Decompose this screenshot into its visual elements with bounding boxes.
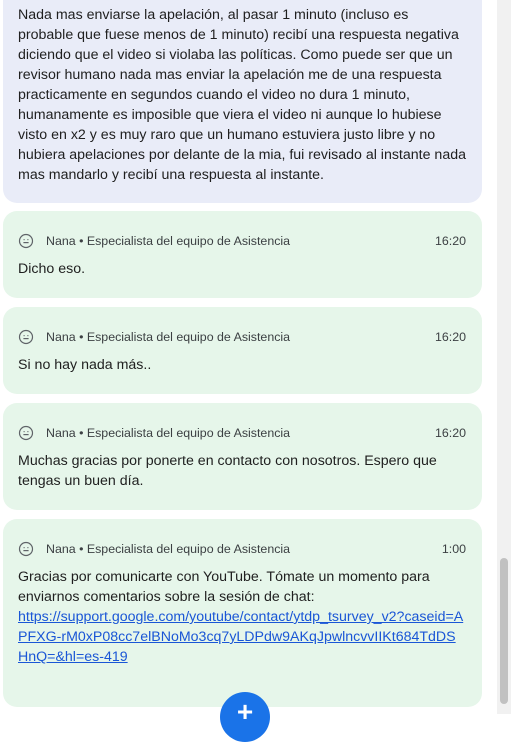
agent-message: Nana • Especialista del equipo de Asiste…: [3, 403, 482, 510]
message-time: 16:20: [434, 426, 466, 440]
agent-message-text: Gracias por comunicarte con YouTube. Tóm…: [18, 569, 430, 605]
agent-message-header: Nana • Especialista del equipo de Asiste…: [18, 424, 466, 442]
smiley-face-icon: [18, 233, 34, 249]
agent-message: Nana • Especialista del equipo de Asiste…: [3, 211, 482, 298]
plus-icon: +: [236, 696, 254, 727]
new-message-fab[interactable]: +: [220, 692, 270, 742]
agent-message-text: Si no hay nada más..: [18, 357, 152, 373]
agent-message: Nana • Especialista del equipo de Asiste…: [3, 519, 482, 707]
agent-name: Nana • Especialista del equipo de Asiste…: [46, 330, 291, 344]
agent-name: Nana • Especialista del equipo de Asiste…: [46, 234, 291, 248]
smiley-face-icon: [18, 329, 34, 345]
smiley-face-icon: [18, 425, 34, 441]
scrollbar-thumb[interactable]: [500, 558, 508, 704]
smiley-face-icon: [18, 541, 34, 557]
message-time: 16:20: [434, 330, 466, 344]
agent-message: Nana • Especialista del equipo de Asiste…: [3, 307, 482, 394]
agent-message-content: Gracias por comunicarte con YouTube. Tóm…: [18, 567, 464, 667]
agent-message-text: Muchas gracias por ponerte en contacto c…: [18, 453, 437, 489]
message-time: 16:20: [434, 234, 466, 248]
user-message: Nada mas enviarse la apelación, al pasar…: [3, 0, 482, 203]
agent-name: Nana • Especialista del equipo de Asiste…: [46, 542, 291, 556]
agent-message-header: Nana • Especialista del equipo de Asiste…: [18, 540, 466, 558]
agent-name: Nana • Especialista del equipo de Asiste…: [46, 426, 291, 440]
survey-link[interactable]: https://support.google.com/youtube/conta…: [18, 609, 463, 665]
agent-message-text: Dicho eso.: [18, 261, 86, 277]
agent-message-header: Nana • Especialista del equipo de Asiste…: [18, 328, 466, 346]
chat-transcript: Nada mas enviarse la apelación, al pasar…: [0, 0, 496, 714]
agent-message-header: Nana • Especialista del equipo de Asiste…: [18, 232, 466, 250]
user-message-text: Nada mas enviarse la apelación, al pasar…: [18, 7, 466, 183]
message-time: 1:00: [441, 542, 466, 556]
